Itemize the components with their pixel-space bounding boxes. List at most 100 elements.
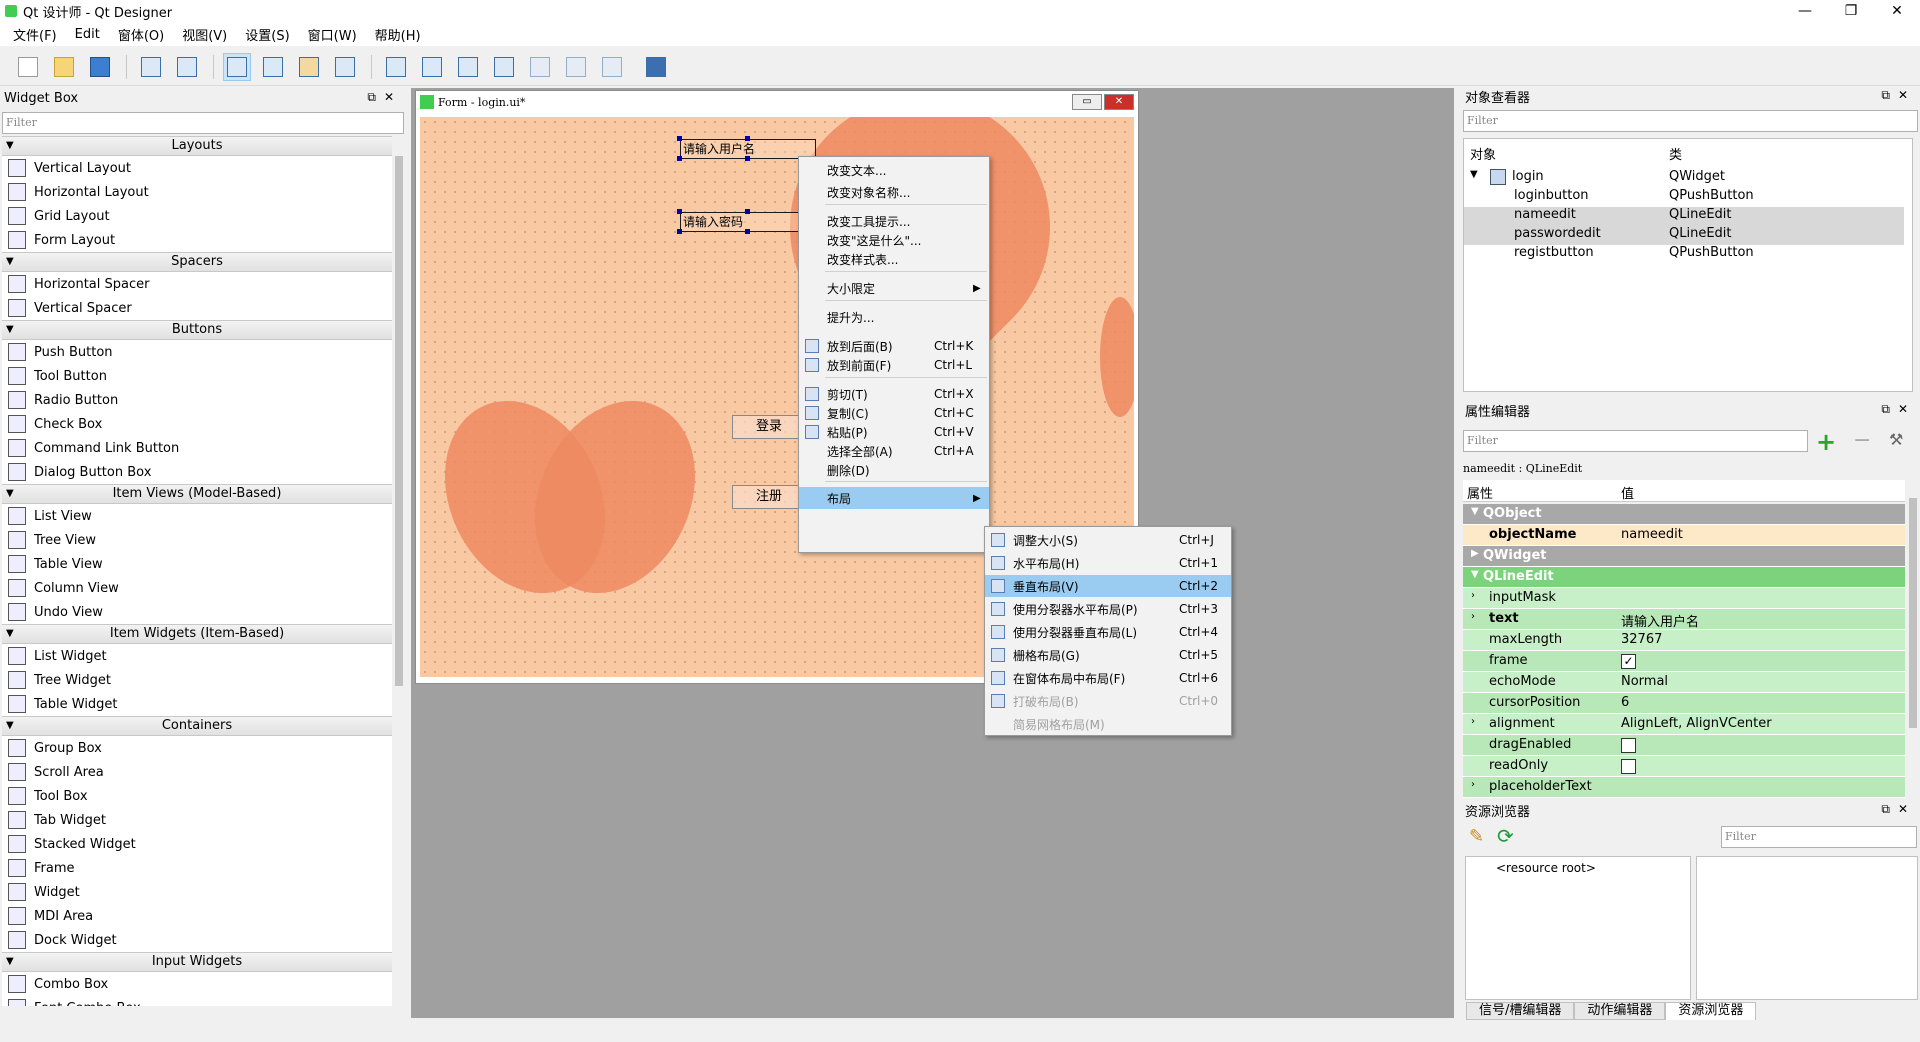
layout-menu-item[interactable]: 打破布局(B) Ctrl+0	[985, 690, 1231, 712]
widget-item[interactable]: Horizontal Layout	[2, 180, 392, 204]
category-header[interactable]: ▼ Item Widgets (Item-Based)	[2, 624, 392, 644]
property-checkbox[interactable]	[1621, 738, 1636, 753]
tree-row-login[interactable]: ▼ login QWidget	[1464, 169, 1904, 188]
tree-row-registbutton[interactable]: registbutton QPushButton	[1464, 245, 1904, 264]
widget-item[interactable]: Vertical Layout	[2, 156, 392, 180]
layout-menu-item[interactable]: 简易网格布局(M)	[985, 713, 1231, 735]
collapse-icon[interactable]: ▼	[6, 485, 14, 503]
context-menu-item[interactable]: 提升为...	[799, 306, 989, 328]
tree-row-loginbutton[interactable]: loginbutton QPushButton	[1464, 188, 1904, 207]
menu-window[interactable]: 窗口(W)	[299, 25, 366, 44]
add-property-icon[interactable]: +	[1816, 428, 1836, 456]
layout-splitter-v-icon[interactable]	[490, 53, 518, 81]
register-button[interactable]: 注册	[732, 485, 806, 509]
widget-item[interactable]: MDI Area	[2, 904, 392, 928]
adjust-size-icon[interactable]	[642, 53, 670, 81]
property-row[interactable]: echoMode Normal	[1463, 672, 1905, 693]
edit-resources-pencil-icon[interactable]: ✎	[1469, 826, 1484, 847]
layout-vertical-icon[interactable]	[418, 53, 446, 81]
widget-item[interactable]: Combo Box	[2, 972, 392, 996]
widget-item[interactable]: Widget	[2, 880, 392, 904]
break-layout-icon[interactable]	[598, 53, 626, 81]
group-qobject[interactable]: ▼ QObject	[1463, 504, 1905, 525]
close-icon[interactable]: ✕	[1874, 0, 1920, 22]
widget-item[interactable]: Tool Box	[2, 784, 392, 808]
group-qlineedit[interactable]: ▼ QLineEdit	[1463, 567, 1905, 588]
layout-menu-item[interactable]: 在窗体布局中布局(F) Ctrl+6	[985, 667, 1231, 689]
property-value[interactable]: AlignLeft, AlignVCenter	[1621, 716, 1772, 731]
widget-item[interactable]: Undo View	[2, 600, 392, 624]
category-header[interactable]: ▼ Spacers	[2, 252, 392, 272]
dock-float-close-icons[interactable]: ⧉✕	[367, 90, 402, 105]
open-file-icon[interactable]	[50, 53, 78, 81]
widget-item[interactable]: Stacked Widget	[2, 832, 392, 856]
widget-item[interactable]: Scroll Area	[2, 760, 392, 784]
widget-item[interactable]: Table View	[2, 552, 392, 576]
tree-row-passwordedit[interactable]: passwordedit QLineEdit	[1464, 226, 1904, 245]
dock-float-close-icons[interactable]: ⧉✕	[1881, 88, 1916, 103]
object-inspector-filter[interactable]: Filter	[1463, 110, 1918, 132]
widget-item[interactable]: Frame	[2, 856, 392, 880]
property-value[interactable]: 32767	[1621, 632, 1662, 647]
edit-buddies-icon[interactable]	[295, 53, 323, 81]
menu-file[interactable]: 文件(F)	[4, 25, 66, 44]
context-menu-item[interactable]: 删除(D)	[799, 459, 989, 481]
resource-root[interactable]: <resource root>	[1496, 861, 1596, 875]
layout-menu-item[interactable]: 水平布局(H) Ctrl+1	[985, 552, 1231, 574]
expand-icon[interactable]: ›	[1471, 590, 1475, 601]
collapse-icon[interactable]: ▼	[6, 625, 14, 643]
widget-item[interactable]: Horizontal Spacer	[2, 272, 392, 296]
config-wrench-icon[interactable]: ⚒	[1889, 430, 1903, 449]
dock-float-close-icons[interactable]: ⧉✕	[1881, 402, 1916, 417]
context-menu-item[interactable]: 改变文本...	[799, 159, 989, 181]
property-row[interactable]: maxLength 32767	[1463, 630, 1905, 651]
widget-item[interactable]: Push Button	[2, 340, 392, 364]
widget-item[interactable]: Form Layout	[2, 228, 392, 252]
prop-objectname[interactable]: objectName nameedit	[1463, 525, 1905, 546]
property-row[interactable]: cursorPosition 6	[1463, 693, 1905, 714]
widget-item[interactable]: Tab Widget	[2, 808, 392, 832]
menu-help[interactable]: 帮助(H)	[366, 25, 430, 44]
context-menu-item[interactable]: 改变对象名称...	[799, 181, 989, 203]
form-close-icon[interactable]: ✕	[1104, 94, 1134, 110]
expand-icon[interactable]: ›	[1471, 611, 1475, 622]
category-header[interactable]: ▼ Item Views (Model-Based)	[2, 484, 392, 504]
layout-menu-item[interactable]: 调整大小(S) Ctrl+J	[985, 529, 1231, 551]
tab-action-editor[interactable]: 动作编辑器	[1574, 1002, 1666, 1020]
layout-splitter-h-icon[interactable]	[454, 53, 482, 81]
menu-view[interactable]: 视图(V)	[173, 25, 236, 44]
property-scrollbar[interactable]	[1907, 480, 1919, 796]
widget-item[interactable]: Table Widget	[2, 692, 392, 716]
layout-menu-item[interactable]: 栅格布局(G) Ctrl+5	[985, 644, 1231, 666]
tree-row-nameedit[interactable]: nameedit QLineEdit	[1464, 207, 1904, 226]
collapse-icon[interactable]: ▼	[6, 137, 14, 155]
property-filter[interactable]: Filter	[1463, 430, 1808, 452]
save-icon[interactable]	[86, 53, 114, 81]
widget-box-scrollbar[interactable]	[392, 136, 406, 1006]
widget-item[interactable]: Grid Layout	[2, 204, 392, 228]
widget-box-filter[interactable]: Filter	[2, 112, 404, 134]
widget-item[interactable]: List Widget	[2, 644, 392, 668]
property-row[interactable]: › alignment AlignLeft, AlignVCenter	[1463, 714, 1905, 735]
category-header[interactable]: ▼ Containers	[2, 716, 392, 736]
widget-item[interactable]: Vertical Spacer	[2, 296, 392, 320]
context-menu-item[interactable]: 放到前面(F) Ctrl+L	[799, 354, 989, 376]
widget-item[interactable]: Command Link Button	[2, 436, 392, 460]
expand-icon[interactable]: ▼	[1470, 169, 1478, 180]
tab-resource-browser[interactable]: 资源浏览器	[1665, 1002, 1757, 1020]
widget-item[interactable]: List View	[2, 504, 392, 528]
layout-form-icon[interactable]	[562, 53, 590, 81]
context-menu-item[interactable]: 布局 ▶	[799, 487, 989, 509]
layout-menu-item[interactable]: 使用分裂器水平布局(P) Ctrl+3	[985, 598, 1231, 620]
layout-horizontal-icon[interactable]	[382, 53, 410, 81]
property-checkbox[interactable]: ✓	[1621, 654, 1636, 669]
layout-menu-item[interactable]: 垂直布局(V) Ctrl+2	[985, 575, 1231, 597]
widget-item[interactable]: Tool Button	[2, 364, 392, 388]
bring-to-front-icon[interactable]	[173, 53, 201, 81]
category-header[interactable]: ▼ Layouts	[2, 136, 392, 156]
edit-widgets-icon[interactable]	[223, 53, 251, 81]
widget-item[interactable]: Dock Widget	[2, 928, 392, 952]
category-header[interactable]: ▼ Input Widgets	[2, 952, 392, 972]
menu-settings[interactable]: 设置(S)	[236, 25, 298, 44]
widget-item[interactable]: Tree Widget	[2, 668, 392, 692]
